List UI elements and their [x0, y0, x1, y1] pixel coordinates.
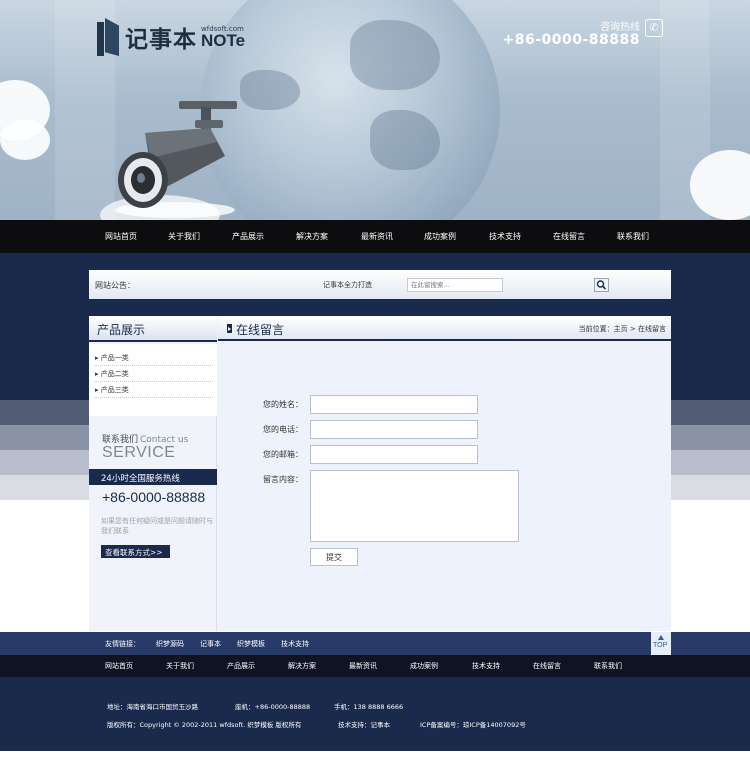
- footer-address: 地址：海南省海口市国贸玉沙路: [107, 703, 198, 711]
- sidebar-phone: +86-0000-88888: [102, 489, 206, 505]
- phone-icon: ✆: [645, 19, 663, 37]
- category-item[interactable]: ▸ 产品一类: [95, 350, 213, 366]
- hotline: 咨询热线 +86-0000-88888: [502, 18, 640, 47]
- contact-button[interactable]: 查看联系方式>>: [101, 545, 170, 558]
- back-to-top-button[interactable]: TOP: [651, 632, 671, 655]
- nav-item[interactable]: 关于我们: [168, 220, 200, 253]
- message-label: 留言内容：: [263, 475, 303, 484]
- footer-nav-item[interactable]: 最新资讯: [349, 661, 377, 671]
- cloud-image: [0, 120, 50, 160]
- sidebar-title: 产品展示: [89, 316, 217, 342]
- friend-link[interactable]: 记事本: [200, 639, 221, 649]
- footer-nav-item[interactable]: 联系我们: [594, 661, 622, 671]
- footer-nav-item[interactable]: 技术支持: [472, 661, 500, 671]
- service-text: SERVICE: [102, 444, 176, 461]
- logo[interactable]: 记事本 wfdsoft.com NOTe: [97, 18, 245, 56]
- search-button[interactable]: [594, 278, 609, 292]
- footer-nav-item[interactable]: 关于我们: [166, 661, 194, 671]
- nav-item[interactable]: 解决方案: [296, 220, 328, 253]
- logo-english: NOTe: [201, 31, 246, 50]
- sidebar-title-text: 产品展示: [97, 323, 146, 337]
- service-bar-text: 24小时全国服务热线: [101, 474, 180, 484]
- footer-copyright: 版权所有：Copyright © 2002-2011 wfdsoft. 织梦模板…: [107, 721, 302, 729]
- friend-link[interactable]: 织梦模板: [237, 639, 265, 649]
- sidebar-desc: 如果您有任何疑问或是问题请随时与我们联系: [101, 517, 213, 535]
- phone-input[interactable]: [310, 420, 478, 439]
- category-item[interactable]: ▸ 产品三类: [95, 382, 213, 398]
- footer-mobile: 手机：138 8888 6666: [334, 703, 404, 711]
- camera-image: [115, 101, 237, 218]
- footer-nav-item[interactable]: 产品展示: [227, 661, 255, 671]
- service-bar: 24小时全国服务热线: [89, 469, 217, 485]
- footer-nav-item[interactable]: 网站首页: [105, 661, 133, 671]
- nav-item[interactable]: 网站首页: [105, 220, 137, 253]
- submit-button[interactable]: 提交: [310, 548, 358, 566]
- phone-label: 您的电话：: [263, 425, 303, 434]
- name-input[interactable]: [310, 395, 478, 414]
- arrow-up-icon: [658, 635, 664, 640]
- footer-nav-item[interactable]: 解决方案: [288, 661, 316, 671]
- email-label: 您的邮箱：: [263, 450, 303, 459]
- email-input[interactable]: [310, 445, 478, 464]
- nav-item[interactable]: 联系我们: [617, 220, 649, 253]
- arrow-right-icon: [227, 324, 232, 333]
- hotline-number: +86-0000-88888: [502, 32, 640, 48]
- message-textarea[interactable]: [310, 470, 519, 542]
- hotline-label: 咨询热线: [600, 22, 640, 33]
- search-icon: [596, 280, 607, 290]
- nav-item[interactable]: 最新资讯: [361, 220, 393, 253]
- category-item[interactable]: ▸ 产品二类: [95, 366, 213, 382]
- footer-icp: ICP备案编号：琼ICP备14007092号: [420, 721, 526, 729]
- friend-link[interactable]: 技术支持: [281, 639, 309, 649]
- footer-nav-item[interactable]: 成功案例: [410, 661, 438, 671]
- nav-item[interactable]: 技术支持: [489, 220, 521, 253]
- top-label: TOP: [653, 642, 668, 649]
- nav-item[interactable]: 成功案例: [424, 220, 456, 253]
- breadcrumb: 当前位置：主页 > 在线留言: [578, 325, 666, 333]
- notice-text: 记事本全力打造: [323, 281, 372, 289]
- contact-button-label: 查看联系方式>>: [105, 548, 163, 557]
- nav-item[interactable]: 产品展示: [232, 220, 264, 253]
- footer-nav: 网站首页 关于我们 产品展示 解决方案 最新资讯 成功案例 技术支持 在线留言 …: [0, 655, 750, 677]
- footer-tel: 座机：+86-0000-88888: [235, 703, 311, 711]
- friend-links-label: 友情链接：: [105, 640, 140, 648]
- notice-bar: 网站公告： 记事本全力打造: [89, 270, 671, 299]
- search-input[interactable]: [407, 278, 503, 292]
- page-title: 在线留言: [236, 323, 285, 337]
- content-header: 在线留言 当前位置：主页 > 在线留言: [218, 316, 671, 341]
- footer-support: 技术支持：记事本: [338, 721, 390, 729]
- name-label: 您的姓名：: [263, 400, 303, 409]
- banner: 记事本 wfdsoft.com NOTe 咨询热线 +86-0000-88888…: [0, 0, 750, 220]
- logo-book-icon: [97, 18, 121, 56]
- friend-links: 友情链接： 织梦源码 记事本 织梦模板 技术支持: [0, 632, 750, 655]
- footer-info: 地址：海南省海口市国贸玉沙路 座机：+86-0000-88888 手机：138 …: [0, 677, 750, 751]
- footer-nav-item[interactable]: 在线留言: [533, 661, 561, 671]
- friend-link[interactable]: 织梦源码: [156, 639, 184, 649]
- notice-label: 网站公告：: [95, 281, 135, 290]
- category-list: ▸ 产品一类 ▸ 产品二类 ▸ 产品三类: [89, 344, 217, 416]
- nav-item[interactable]: 在线留言: [553, 220, 585, 253]
- logo-text: 记事本: [125, 27, 197, 53]
- main-nav: 网站首页 关于我们 产品展示 解决方案 最新资讯 成功案例 技术支持 在线留言 …: [0, 220, 750, 253]
